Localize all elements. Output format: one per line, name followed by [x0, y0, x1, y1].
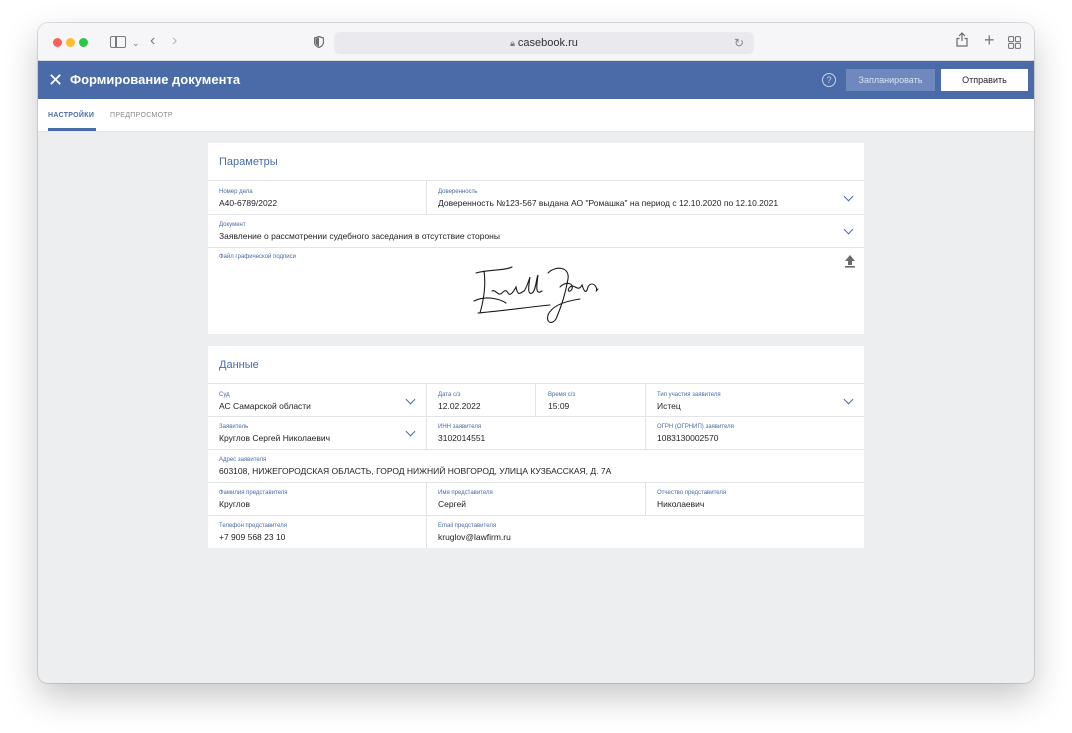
upload-icon[interactable] [844, 254, 856, 268]
field-value: 3102014551 [438, 433, 486, 443]
window-zoom-button[interactable] [79, 38, 88, 47]
tab-preview[interactable]: ПРЕДПРОСМОТР [110, 112, 173, 119]
back-icon[interactable]: ‹ [150, 31, 155, 51]
reload-icon[interactable]: ↻ [734, 32, 744, 54]
parameters-card: Параметры Номер дела А40-6789/2022 Довер… [208, 143, 864, 334]
field-value: 15:09 [548, 401, 570, 411]
url-text: casebook.ru [517, 37, 578, 49]
field-label: ИНН заявителя [438, 424, 482, 430]
divider [208, 247, 864, 248]
signature-label: Файл графической подписи [219, 254, 296, 260]
field-value: Истец [657, 401, 681, 411]
field-value: 12.02.2022 [438, 401, 481, 411]
section-title: Параметры [219, 156, 278, 168]
field-value: 603108, НИЖЕГОРОДСКАЯ ОБЛАСТЬ, ГОРОД НИЖ… [219, 466, 612, 476]
app-header: ✕ Формирование документа ? Запланировать… [38, 61, 1034, 99]
field-label: Фамилия представителя [219, 490, 288, 496]
field-value: +7 909 568 23 10 [219, 532, 286, 542]
chevron-down-icon[interactable] [405, 394, 416, 405]
tabs-bar: НАСТРОЙКИ ПРЕДПРОСМОТР [38, 99, 1034, 132]
field-label: Адрес заявителя [219, 457, 267, 463]
divider [208, 482, 864, 483]
signature-image [473, 266, 599, 324]
forward-icon[interactable]: › [172, 31, 177, 51]
field-label: Номер дела [219, 189, 253, 195]
field-value: Сергей [438, 499, 466, 509]
divider [208, 214, 864, 215]
divider [535, 383, 536, 416]
share-icon[interactable] [956, 32, 968, 52]
data-card: Данные Суд АС Самарской области Дата с/з… [208, 346, 864, 548]
field-value: kruglov@lawfirm.ru [438, 532, 511, 542]
divider [645, 482, 646, 515]
divider [208, 449, 864, 450]
field-label: Email представителя [438, 523, 497, 529]
field-label: Суд [219, 392, 230, 398]
browser-window: ⌄ ‹ › 🔒︎ casebook.ru ↻ + ✕ Формирование д… [38, 23, 1034, 683]
help-icon[interactable]: ? [822, 73, 836, 87]
field-label: Тип участия заявителя [657, 392, 721, 398]
divider [208, 515, 864, 516]
field-label: ОГРН (ОГРНИП) заявителя [657, 424, 734, 430]
page-title: Формирование документа [70, 72, 241, 87]
privacy-shield-icon[interactable] [313, 33, 325, 53]
field-label: Время с/з [548, 392, 576, 398]
chevron-down-icon[interactable] [843, 224, 854, 235]
browser-toolbar: ⌄ ‹ › 🔒︎ casebook.ru ↻ + [38, 23, 1034, 61]
window-minimize-button[interactable] [66, 38, 75, 47]
sidebar-toggle-icon[interactable] [110, 36, 126, 48]
field-value: Круглов [219, 499, 251, 509]
field-label: Заявитель [219, 424, 249, 430]
field-value: Доверенность №123-567 выдана АО "Ромашка… [438, 198, 779, 208]
window-close-button[interactable] [53, 38, 62, 47]
active-tab-indicator [48, 128, 96, 131]
field-label: Имя представителя [438, 490, 493, 496]
chevron-down-icon[interactable] [405, 426, 416, 437]
divider [426, 180, 427, 214]
address-bar[interactable]: 🔒︎ casebook.ru ↻ [334, 32, 754, 54]
chevron-down-icon[interactable] [843, 394, 854, 405]
chevron-down-icon[interactable] [843, 191, 854, 202]
field-label: Дата с/з [438, 392, 461, 398]
schedule-button[interactable]: Запланировать [846, 69, 935, 91]
tab-overview-icon[interactable] [1008, 34, 1021, 54]
field-label: Документ [219, 222, 246, 228]
field-value: Николаевич [657, 499, 705, 509]
field-label: Отчество представителя [657, 490, 727, 496]
tab-settings[interactable]: НАСТРОЙКИ [48, 112, 94, 119]
lock-icon: 🔒︎ [510, 38, 515, 48]
divider [208, 383, 864, 384]
section-title: Данные [219, 359, 259, 371]
chevron-down-icon[interactable]: ⌄ [132, 33, 140, 53]
close-icon[interactable]: ✕ [48, 70, 63, 90]
field-value: 1083130002570 [657, 433, 719, 443]
field-value: А40-6789/2022 [219, 198, 278, 208]
field-value: Круглов Сергей Николаевич [219, 433, 331, 443]
field-value: Заявление о рассмотрении судебного засед… [219, 231, 500, 241]
field-label: Телефон представителя [219, 523, 287, 529]
new-tab-icon[interactable]: + [984, 30, 995, 50]
field-value: АС Самарской области [219, 401, 311, 411]
field-label: Доверенность [438, 189, 478, 195]
divider [208, 416, 864, 417]
divider [208, 180, 864, 181]
send-button[interactable]: Отправить [941, 69, 1028, 91]
